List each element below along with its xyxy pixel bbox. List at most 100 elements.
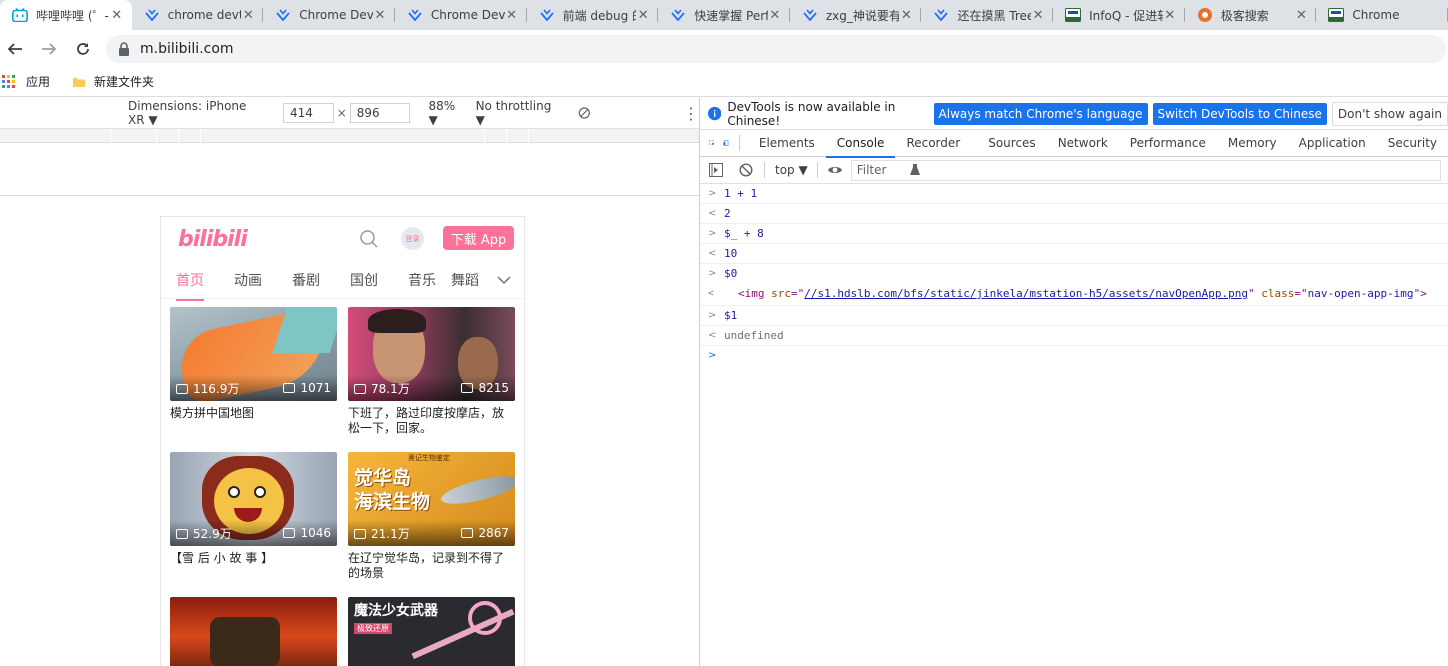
close-icon[interactable]: ✕: [110, 8, 124, 23]
video-thumbnail: 魔法少女武器 极致还原: [348, 597, 515, 666]
close-icon[interactable]: ✕: [1031, 8, 1045, 23]
video-card[interactable]: [170, 597, 337, 666]
yuque-icon: [275, 7, 291, 23]
video-card[interactable]: 116.9万 1071 模方拼中国地图: [170, 307, 337, 421]
geek-icon: [1197, 7, 1213, 23]
close-icon[interactable]: ✕: [241, 8, 255, 23]
nav-item-anime[interactable]: 动画: [219, 270, 277, 290]
nav-item-dance[interactable]: 舞蹈: [451, 270, 481, 290]
video-card[interactable]: 魔法少女武器 极致还原: [348, 597, 515, 666]
more-options-icon[interactable]: ⋮: [683, 104, 699, 123]
inspect-element-icon[interactable]: [709, 135, 715, 151]
video-title[interactable]: 【雪 后 小 故 事 】: [170, 551, 337, 566]
video-title[interactable]: 在辽宁觉华岛，记录到不得了的场景: [348, 551, 515, 581]
browser-tab[interactable]: Chrome Dev ✕: [395, 0, 527, 30]
close-icon[interactable]: ✕: [1294, 8, 1308, 23]
context-select[interactable]: top ▼: [775, 163, 808, 177]
clear-console-icon[interactable]: [739, 163, 753, 177]
tab-memory[interactable]: Memory: [1217, 130, 1288, 157]
play-count-icon: [354, 383, 366, 394]
nav-item-music[interactable]: 音乐: [393, 270, 451, 290]
device-toggle-icon[interactable]: [723, 135, 729, 151]
dimensions-select[interactable]: Dimensions: iPhone XR ▼: [128, 99, 266, 127]
width-input[interactable]: 414: [282, 103, 334, 123]
match-language-button[interactable]: Always match Chrome's language: [933, 102, 1148, 125]
download-app-button[interactable]: 下载 App: [443, 226, 514, 250]
image-src-link[interactable]: //s1.hdslb.com/bfs/static/jinkela/mstati…: [804, 287, 1248, 300]
nav-item-home[interactable]: 首页: [161, 270, 219, 301]
close-icon[interactable]: ✕: [505, 8, 519, 23]
console-prompt-line[interactable]: >: [700, 346, 1448, 366]
close-icon[interactable]: ✕: [636, 8, 650, 23]
bookmark-apps[interactable]: 应用: [2, 73, 50, 90]
tab-title: Chrome Dev: [299, 8, 373, 22]
yuque-icon: [802, 7, 818, 23]
tab-title: 快速掌握 Perf: [694, 8, 768, 23]
apps-grid-icon: [2, 74, 15, 88]
tab-sources[interactable]: Sources: [977, 130, 1046, 157]
back-button[interactable]: [0, 34, 30, 64]
height-input[interactable]: 896: [349, 103, 411, 123]
address-bar[interactable]: m.bilibili.com: [106, 34, 1446, 63]
tab-application[interactable]: Application: [1288, 130, 1377, 157]
bilibili-logo[interactable]: bilibili: [178, 227, 248, 252]
console-element-result[interactable]: < <img src="//s1.hdslb.com/bfs/static/ji…: [700, 283, 1448, 306]
chevron-down-icon[interactable]: [497, 275, 511, 285]
thumbnail-caption: 魔法少女武器: [354, 603, 438, 619]
tab-title: 还在摸黑 Tree: [957, 8, 1032, 23]
close-icon[interactable]: ✕: [1163, 8, 1177, 23]
reload-button[interactable]: [68, 34, 98, 64]
zoom-select[interactable]: 88% ▼: [428, 99, 464, 127]
browser-tab[interactable]: Chrome: [1316, 0, 1448, 30]
video-card[interactable]: 52.9万 1046 【雪 后 小 故 事 】: [170, 452, 337, 566]
tab-security[interactable]: Security: [1377, 130, 1448, 157]
video-title[interactable]: 下班了，路过印度按摩店，放松一下，回家。: [348, 406, 515, 436]
close-icon[interactable]: ✕: [768, 8, 782, 23]
dont-show-again-button[interactable]: Don't show again: [1331, 101, 1448, 126]
eye-icon[interactable]: [827, 164, 843, 176]
browser-tab[interactable]: InfoQ - 促进软 ✕: [1053, 0, 1185, 30]
tab-elements[interactable]: Elements: [748, 130, 826, 157]
infoq-icon: [1328, 7, 1345, 23]
tab-network[interactable]: Network: [1047, 130, 1119, 157]
console-filter-input[interactable]: Filter: [850, 159, 1441, 181]
browser-tab[interactable]: 哔哩哔哩 (゜- ✕: [0, 0, 132, 30]
browser-tab[interactable]: zxg_神说要有 ✕: [790, 0, 922, 30]
browser-tab[interactable]: Chrome Dev ✕: [263, 0, 395, 30]
browser-tab[interactable]: 极客搜索 ✕: [1185, 0, 1317, 30]
search-icon[interactable]: [359, 229, 379, 249]
video-stats: 52.9万 1046: [170, 520, 337, 546]
video-thumbnail: [170, 597, 337, 666]
browser-tab[interactable]: 还在摸黑 Tree ✕: [921, 0, 1053, 30]
tab-recorder[interactable]: Recorder: [895, 130, 971, 175]
browser-tab[interactable]: 快速掌握 Perf ✕: [658, 0, 790, 30]
view-count: 21.1万: [371, 526, 410, 541]
media-query-ruler[interactable]: [0, 128, 699, 144]
video-title[interactable]: 模方拼中国地图: [170, 406, 337, 421]
tab-console[interactable]: Console: [825, 130, 896, 158]
rotate-icon[interactable]: [578, 106, 591, 120]
console-prompt: >: [708, 188, 717, 199]
sidebar-toggle-icon[interactable]: [709, 163, 723, 177]
video-card[interactable]: 奥记生物鉴定 觉华岛 海滨生物 21.1万 2867 在辽宁觉华岛，记录到不得了…: [348, 452, 515, 581]
danmaku-icon: [461, 383, 474, 393]
tab-performance[interactable]: Performance: [1119, 130, 1217, 157]
nav-item-bangumi[interactable]: 番剧: [277, 270, 335, 290]
video-card[interactable]: 78.1万 8215 下班了，路过印度按摩店，放松一下，回家。: [348, 307, 515, 436]
switch-chinese-button[interactable]: Switch DevTools to Chinese: [1152, 102, 1327, 125]
infoq-icon: [1065, 7, 1082, 23]
console-prompt: >: [708, 268, 717, 279]
forward-button[interactable]: [34, 34, 64, 64]
close-icon[interactable]: ✕: [373, 8, 387, 23]
thumbnail-badge: 极致还原: [354, 623, 392, 634]
console-undefined-line: < undefined: [700, 326, 1448, 346]
throttling-select[interactable]: No throttling ▼: [476, 99, 557, 127]
browser-tab[interactable]: chrome devt ✕: [132, 0, 264, 30]
video-stats: 78.1万 8215: [348, 375, 515, 401]
nav-item-guochuang[interactable]: 国创: [335, 270, 393, 290]
browser-tab[interactable]: 前端 debug 的 ✕: [527, 0, 659, 30]
login-avatar[interactable]: 登录: [401, 227, 424, 250]
close-icon[interactable]: ✕: [899, 8, 913, 23]
console-prompt: >: [708, 310, 717, 321]
bookmark-folder[interactable]: 新建文件夹: [72, 73, 154, 90]
